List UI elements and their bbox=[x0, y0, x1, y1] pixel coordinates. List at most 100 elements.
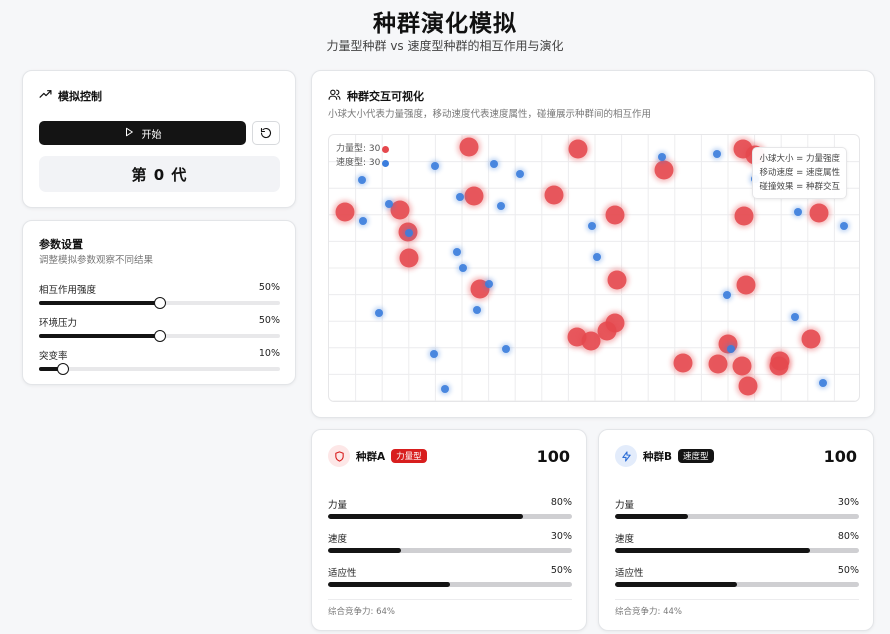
slider-thumb[interactable] bbox=[57, 363, 70, 375]
power-individual bbox=[738, 376, 758, 396]
legend-speed-dot bbox=[382, 159, 390, 167]
speed-individual bbox=[473, 306, 481, 314]
start-button[interactable]: 开始 bbox=[39, 121, 246, 145]
stat-value: 50% bbox=[550, 565, 572, 576]
legend-power-count: 力量型: 30 bbox=[336, 142, 390, 156]
stat-value: 50% bbox=[837, 565, 859, 576]
reset-button[interactable] bbox=[252, 121, 280, 145]
control-title-text: 模拟控制 bbox=[58, 90, 102, 103]
power-individual bbox=[769, 356, 789, 376]
stat-bar-fill bbox=[615, 514, 689, 519]
users-icon bbox=[328, 88, 341, 104]
speed-individual bbox=[794, 208, 802, 216]
species-b-header: 种群B 速度型 bbox=[615, 445, 714, 467]
slider-value: 50% bbox=[258, 315, 280, 326]
control-card-title: 模拟控制 bbox=[39, 88, 102, 104]
trending-up-icon bbox=[39, 88, 52, 104]
info-line: 移动速度 = 速度属性 bbox=[759, 168, 840, 178]
stat-value: 80% bbox=[550, 497, 572, 508]
info-line: 小球大小 = 力量强度 bbox=[759, 154, 840, 164]
stat-bar bbox=[328, 514, 572, 519]
speed-individual bbox=[385, 200, 393, 208]
speed-individual bbox=[375, 309, 383, 317]
power-individual bbox=[568, 139, 588, 159]
interaction-visualization-card: 种群交互可视化 小球大小代表力量强度，移动速度代表速度属性，碰撞展示种群间的相互… bbox=[311, 70, 875, 418]
slider-track[interactable] bbox=[39, 363, 280, 375]
speed-individual bbox=[819, 379, 827, 387]
speed-individual bbox=[459, 264, 467, 272]
speed-individual bbox=[791, 313, 799, 321]
parameter-settings-card: 参数设置 调整模拟参数观察不同结果 相互作用强度 50% 环境压力 50% 突变… bbox=[22, 220, 296, 385]
simulation-control-card: 模拟控制 开始 第 0 代 bbox=[22, 70, 296, 208]
stat-label: 速度 bbox=[328, 534, 348, 545]
species-a-stat-adaptability: 适应性 50% bbox=[328, 565, 572, 595]
power-individual bbox=[544, 185, 564, 205]
slider-track[interactable] bbox=[39, 330, 280, 342]
slider-label: 突变率 bbox=[39, 351, 68, 362]
simulation-arena[interactable]: 力量型: 30 速度型: 30 小球大小 = 力量强度 移动速度 = 速度属性 … bbox=[328, 134, 860, 402]
legend-power-text: 力量型: 30 bbox=[336, 144, 381, 154]
stat-bar-fill bbox=[615, 548, 811, 553]
slider-value: 10% bbox=[258, 348, 280, 359]
power-individual bbox=[708, 354, 728, 374]
slider-value: 50% bbox=[258, 282, 280, 293]
stat-label: 力量 bbox=[615, 500, 635, 511]
power-individual bbox=[736, 275, 756, 295]
power-individual bbox=[654, 160, 674, 180]
divider bbox=[615, 599, 859, 600]
speed-individual bbox=[453, 248, 461, 256]
power-individual bbox=[673, 353, 693, 373]
slider-label: 相互作用强度 bbox=[39, 285, 97, 296]
slider-environment-pressure: 环境压力 50% bbox=[39, 315, 280, 345]
stat-bar bbox=[615, 582, 859, 587]
speed-individual bbox=[713, 150, 721, 158]
page-subtitle: 力量型种群 vs 速度型种群的相互作用与演化 bbox=[326, 39, 564, 53]
speed-individual bbox=[723, 291, 731, 299]
power-individual bbox=[607, 270, 627, 290]
stat-value: 80% bbox=[837, 531, 859, 542]
species-b-population: 100 bbox=[823, 447, 857, 466]
stat-bar bbox=[328, 582, 572, 587]
species-a-type-badge: 力量型 bbox=[391, 449, 427, 463]
power-individual bbox=[809, 203, 829, 223]
power-individual bbox=[605, 205, 625, 225]
stat-bar-fill bbox=[328, 582, 450, 587]
slider-track[interactable] bbox=[39, 297, 280, 309]
slider-thumb[interactable] bbox=[153, 297, 166, 309]
legend-speed-count: 速度型: 30 bbox=[336, 156, 390, 170]
stat-bar bbox=[615, 548, 859, 553]
speed-individual bbox=[593, 253, 601, 261]
power-individual bbox=[335, 202, 355, 222]
slider-fill bbox=[39, 334, 160, 338]
stat-value: 30% bbox=[837, 497, 859, 508]
slider-fill bbox=[39, 301, 160, 305]
speed-individual bbox=[405, 229, 413, 237]
generation-counter: 第 0 代 bbox=[39, 156, 280, 192]
species-b-name: 种群B bbox=[643, 450, 673, 463]
species-a-stat-speed: 速度 30% bbox=[328, 531, 572, 561]
power-individual bbox=[734, 206, 754, 226]
species-b-card: 种群B 速度型 100 力量 30% 速度 80% 适应性 50% 综合竞争力:… bbox=[598, 429, 874, 631]
species-b-stat-speed: 速度 80% bbox=[615, 531, 859, 561]
speed-individual bbox=[502, 345, 510, 353]
slider-mutation-rate: 突变率 10% bbox=[39, 348, 280, 378]
stat-label: 适应性 bbox=[615, 568, 644, 579]
lightning-icon bbox=[615, 445, 637, 467]
stat-label: 速度 bbox=[615, 534, 635, 545]
stat-bar bbox=[328, 548, 572, 553]
speed-individual bbox=[441, 385, 449, 393]
slider-interaction-strength: 相互作用强度 50% bbox=[39, 282, 280, 312]
info-line: 碰撞效果 = 种群交互 bbox=[759, 182, 840, 192]
stat-bar-fill bbox=[328, 514, 524, 519]
speed-individual bbox=[485, 280, 493, 288]
population-count-legend: 力量型: 30 速度型: 30 bbox=[336, 142, 390, 170]
stat-value: 30% bbox=[550, 531, 572, 542]
speed-individual bbox=[490, 160, 498, 168]
stat-bar-fill bbox=[328, 548, 402, 553]
slider-label: 环境压力 bbox=[39, 318, 78, 329]
speed-individual bbox=[840, 222, 848, 230]
slider-thumb[interactable] bbox=[153, 330, 166, 342]
play-icon bbox=[124, 127, 134, 140]
speed-individual bbox=[727, 345, 735, 353]
viz-card-title: 种群交互可视化 bbox=[328, 88, 424, 104]
